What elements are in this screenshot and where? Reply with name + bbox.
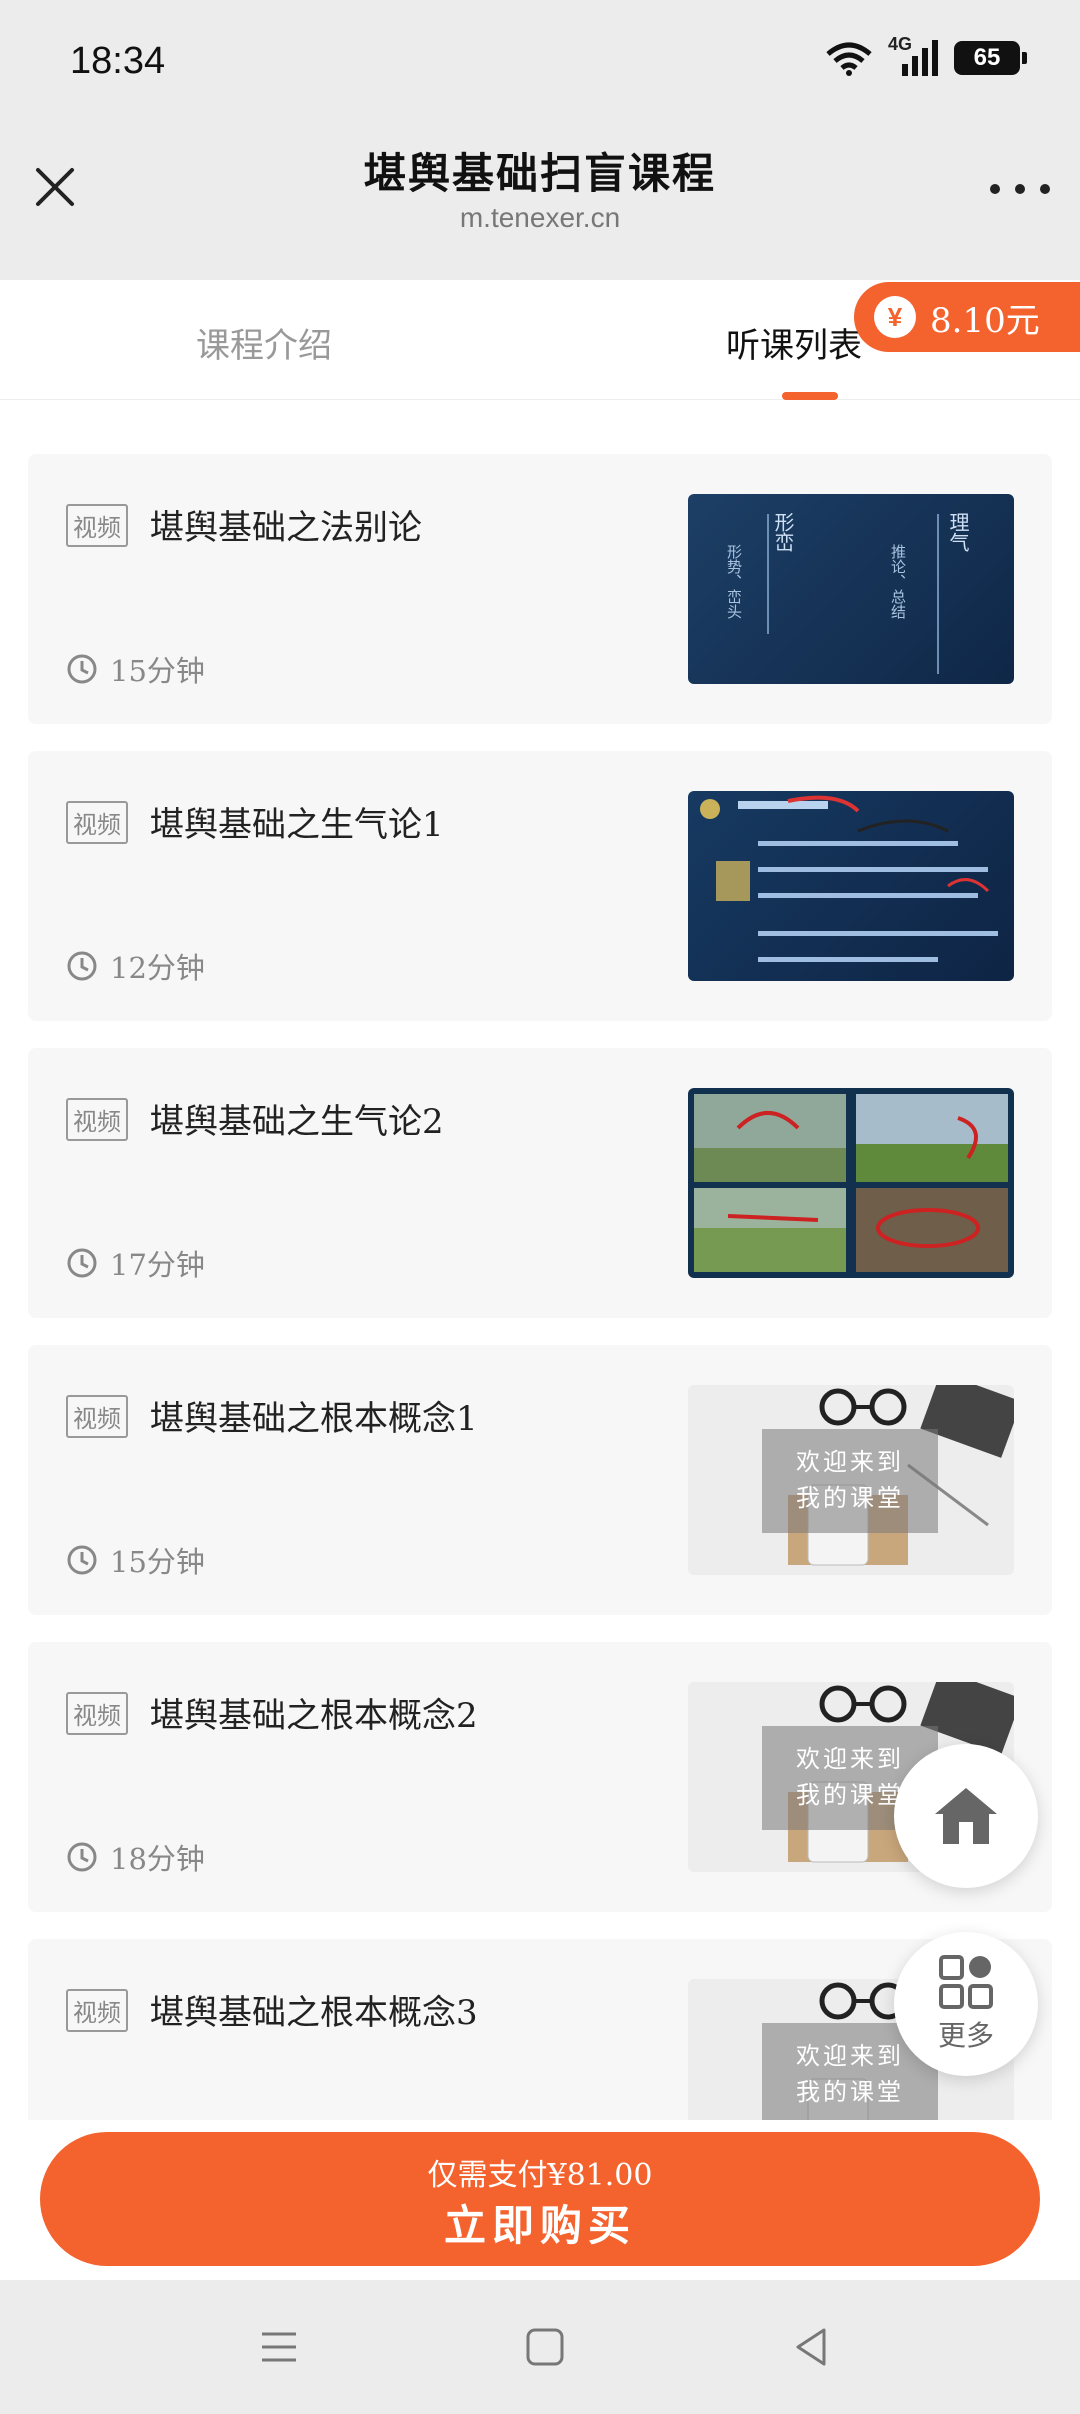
lesson-duration-label: 17分钟 xyxy=(110,1248,205,1282)
status-time: 18:34 xyxy=(70,40,166,82)
price-badge[interactable]: ¥ 8.10元 xyxy=(854,282,1080,352)
lesson-thumbnail xyxy=(688,791,1014,981)
lesson-duration: 15分钟 xyxy=(66,648,205,690)
clock-icon xyxy=(67,1842,97,1872)
lesson-thumbnail: 形峦 形势、峦头 理气 推论、总结 xyxy=(688,494,1014,684)
thumb-text-xingshi: 形势、峦头 xyxy=(725,544,742,619)
back-icon[interactable] xyxy=(786,2322,836,2372)
lesson-card[interactable]: 视频 堪舆基础之根本概念1 15分钟 欢迎来到 我的课堂 xyxy=(28,1345,1052,1615)
lesson-card[interactable]: 视频 堪舆基础之根本概念2 18分钟 欢迎来到 我的课堂 xyxy=(28,1642,1052,1912)
lesson-title: 堪舆基础之生气论2 xyxy=(150,1102,444,1142)
title-bar: 堪舆基础扫盲课程 m.tenexer.cn xyxy=(0,130,1080,280)
video-tag: 视频 xyxy=(66,801,128,844)
video-tag: 视频 xyxy=(66,1989,128,2032)
lesson-title: 堪舆基础之法别论 xyxy=(150,508,422,548)
thumb-text-tuilun: 推论、总结 xyxy=(889,544,906,619)
home-square-icon[interactable] xyxy=(520,2322,570,2372)
signal-icon: 4G xyxy=(888,34,940,78)
menu-icon[interactable] xyxy=(254,2322,304,2372)
yen-coin-icon: ¥ xyxy=(874,296,916,338)
thumb-graphic xyxy=(694,1094,1008,1272)
home-button[interactable] xyxy=(894,1744,1038,1888)
lesson-duration-label: 18分钟 xyxy=(110,1842,205,1876)
more-button-label: 更多 xyxy=(937,2019,994,2052)
lesson-duration: 18分钟 xyxy=(66,1836,205,1878)
welcome-line-1: 欢迎来到 xyxy=(796,1449,904,1476)
lesson-duration: 15分钟 xyxy=(66,1539,205,1581)
tab-lesson-list[interactable]: 听课列表 xyxy=(726,318,862,367)
welcome-overlay: 欢迎来到 我的课堂 xyxy=(762,1429,938,1533)
lesson-thumbnail xyxy=(688,1088,1014,1278)
welcome-line-2: 我的课堂 xyxy=(796,1485,904,1512)
price-badge-label: 8.10元 xyxy=(930,300,1040,341)
video-tag: 视频 xyxy=(66,504,128,547)
more-options-icon[interactable] xyxy=(990,174,1050,204)
lesson-card[interactable]: 视频 堪舆基础之生气论2 17分钟 xyxy=(28,1048,1052,1318)
thumb-text-xingluan: 形峦 xyxy=(771,512,793,552)
video-tag: 视频 xyxy=(66,1692,128,1735)
video-tag: 视频 xyxy=(66,1098,128,1141)
lesson-card[interactable]: 视频 堪舆基础之生气论1 12分钟 xyxy=(28,751,1052,1021)
lesson-thumbnail: 欢迎来到 我的课堂 xyxy=(688,1385,1014,1575)
lesson-duration-label: 12分钟 xyxy=(110,951,205,985)
clock-icon xyxy=(67,951,97,981)
system-nav-bar xyxy=(0,2280,1080,2414)
thumb-graphic xyxy=(700,795,998,962)
status-bar: 18:34 4G 65 xyxy=(0,0,1080,130)
active-tab-indicator xyxy=(782,392,838,400)
clock-icon xyxy=(67,1545,97,1575)
buy-now-button[interactable]: 仅需支付¥81.00 立即购买 xyxy=(40,2132,1040,2266)
lesson-duration: 17分钟 xyxy=(66,1242,205,1284)
lesson-title: 堪舆基础之生气论1 xyxy=(150,805,444,845)
purchase-bar: 仅需支付¥81.00 立即购买 xyxy=(0,2120,1080,2280)
thumb-text-liqi: 理气 xyxy=(946,512,968,552)
lesson-duration-label: 15分钟 xyxy=(110,654,205,688)
status-icons: 4G 65 xyxy=(824,34,1027,78)
lesson-card[interactable]: 视频 堪舆基础之法别论 15分钟 形峦 形势、峦头 理气 推论、总结 xyxy=(28,454,1052,724)
lesson-title: 堪舆基础之根本概念1 xyxy=(150,1399,478,1439)
buy-now-label: 立即购买 xyxy=(443,2201,636,2250)
lesson-duration: 12分钟 xyxy=(66,945,205,987)
tab-course-intro[interactable]: 课程介绍 xyxy=(196,318,332,367)
grid-apps-icon xyxy=(939,1955,993,2009)
page-url: m.tenexer.cn xyxy=(459,202,621,233)
battery-icon: 65 xyxy=(954,41,1027,75)
battery-level: 65 xyxy=(973,44,1001,71)
clock-icon xyxy=(67,654,97,684)
buy-price-label: 仅需支付¥81.00 xyxy=(427,2158,653,2193)
lesson-duration-label: 15分钟 xyxy=(110,1545,205,1579)
welcome-line-2: 我的课堂 xyxy=(796,2079,904,2106)
wifi-icon xyxy=(826,42,872,76)
lesson-title: 堪舆基础之根本概念2 xyxy=(150,1696,478,1736)
lesson-title: 堪舆基础之根本概念3 xyxy=(150,1993,478,2033)
clock-icon xyxy=(67,1248,97,1278)
more-button[interactable]: 更多 xyxy=(894,1932,1038,2076)
home-icon xyxy=(935,1788,997,1844)
page-title: 堪舆基础扫盲课程 xyxy=(363,149,716,198)
video-tag: 视频 xyxy=(66,1395,128,1438)
